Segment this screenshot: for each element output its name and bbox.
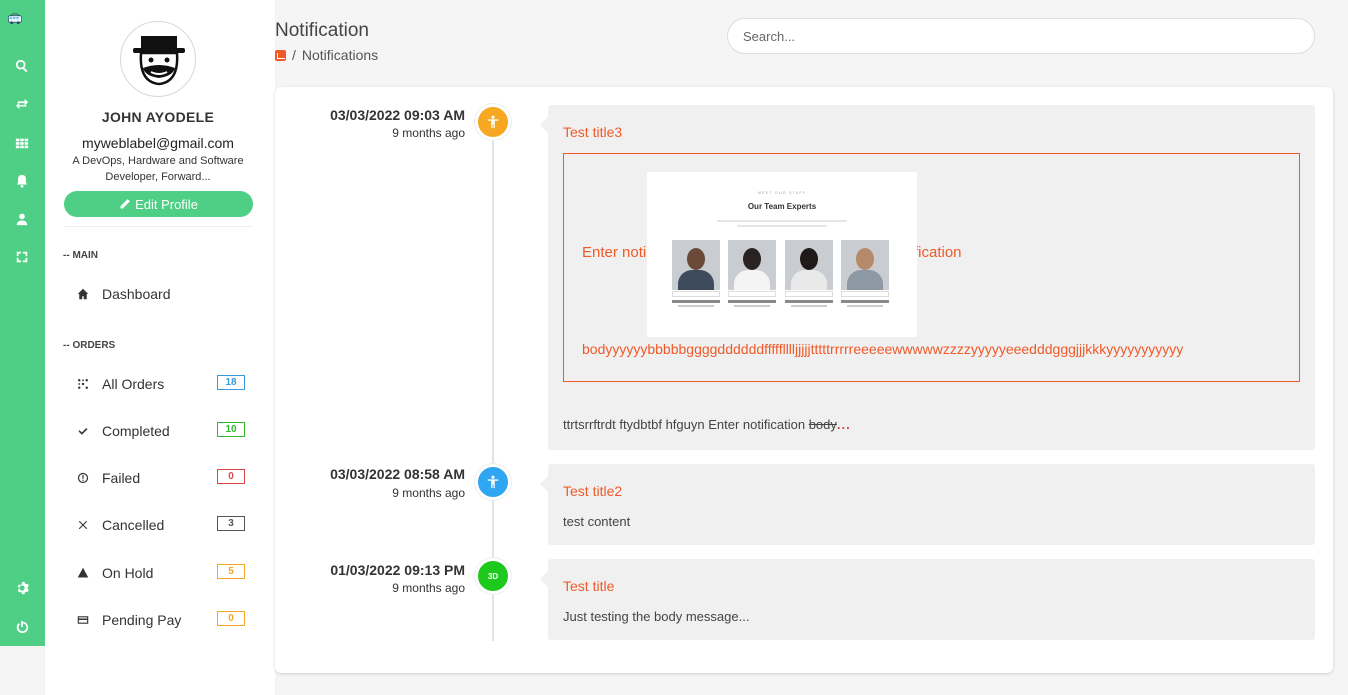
bell-icon[interactable]	[12, 171, 32, 191]
notification-body-text: ttrtsrrftrdt ftydbtbf hfguyn Enter notif…	[563, 417, 806, 432]
team-member	[785, 240, 833, 307]
profile-sidebar: JOHN AYODELE myweblabel@gmail.com A DevO…	[45, 0, 275, 695]
order-count-badge: 18	[217, 375, 245, 390]
sidebar-item-failed[interactable]: Failed 0	[75, 466, 245, 490]
sidebar-item-label: All Orders	[102, 376, 165, 392]
section-label-orders: -- ORDERS	[63, 340, 116, 351]
notification-title[interactable]: Test title2	[563, 483, 622, 499]
breadcrumb-separator: /	[292, 47, 296, 63]
search-icon[interactable]	[12, 56, 32, 76]
preview-text-right: fication	[914, 244, 962, 261]
sidebar-item-label: On Hold	[102, 565, 154, 581]
sidebar-item-on-hold[interactable]: On Hold 5	[75, 561, 245, 585]
sidebar-item-pending-pay[interactable]: Pending Pay 0	[75, 608, 245, 632]
notification-item[interactable]: Test title Just testing the body message…	[540, 559, 1315, 640]
notification-date: 03/03/2022 09:03 AM	[330, 107, 465, 123]
notification-timeline-card: 03/03/2022 09:03 AM 9 months ago Test ti…	[275, 87, 1333, 673]
icon-rail	[0, 0, 45, 646]
notification-body: Just testing the body message...	[563, 609, 750, 624]
notification-item[interactable]: Test title2 test content	[540, 464, 1315, 545]
breadcrumb: / Notifications	[275, 47, 378, 63]
notification-ago: 9 months ago	[392, 581, 465, 595]
image-text-line	[737, 225, 827, 227]
image-kicker: MEET OUR STAFF	[757, 190, 807, 195]
dots-grid-icon	[75, 376, 91, 392]
notification-item[interactable]: Test title3 Enter noti fication MEET OUR…	[540, 105, 1315, 450]
page-title: Notification	[275, 20, 369, 41]
notification-ago: 9 months ago	[392, 486, 465, 500]
search-input[interactable]	[727, 18, 1315, 54]
read-more-ellipsis[interactable]: ...	[837, 417, 851, 432]
order-count-badge: 0	[217, 611, 245, 626]
team-experts-image: MEET OUR STAFF Our Team Experts	[647, 172, 917, 337]
swap-icon[interactable]	[12, 94, 32, 114]
sidebar-item-label: Cancelled	[102, 517, 165, 533]
chart-icon[interactable]	[275, 49, 286, 61]
preview-text-line: bodyyyyyybbbbbggggddddddffffflllljjjjjtt…	[582, 341, 1184, 357]
breadcrumb-current: Notifications	[301, 47, 379, 63]
sidebar-item-label: Failed	[102, 470, 141, 486]
sidebar-item-label: Dashboard	[102, 286, 171, 302]
order-count-badge: 0	[217, 469, 245, 484]
sidebar-item-label: Completed	[102, 423, 170, 439]
image-text-line	[717, 220, 847, 222]
order-count-badge: 3	[217, 516, 245, 531]
team-member	[672, 240, 720, 307]
image-heading: Our Team Experts	[747, 202, 817, 211]
team-member	[841, 240, 889, 307]
pencil-icon	[120, 199, 130, 209]
notification-title[interactable]: Test title	[563, 578, 614, 594]
sidebar-item-cancelled[interactable]: Cancelled 3	[75, 513, 245, 537]
notification-body-strike: body	[808, 417, 837, 432]
notification-date: 03/03/2022 08:58 AM	[330, 466, 465, 482]
check-icon	[75, 423, 91, 439]
close-icon	[75, 517, 91, 533]
user-name: JOHN AYODELE	[101, 109, 215, 125]
notification-preview: Enter noti fication MEET OUR STAFF Our T…	[563, 153, 1300, 382]
user-email: myweblabel@gmail.com	[82, 135, 234, 151]
fullscreen-icon[interactable]	[12, 247, 32, 267]
notification-body: ttrtsrrftrdt ftydbtbf hfguyn Enter notif…	[563, 417, 851, 432]
sidebar-item-dashboard[interactable]: Dashboard	[75, 282, 245, 306]
user-bio: A DevOps, Hardware and Software Develope…	[72, 155, 244, 183]
power-icon[interactable]	[12, 617, 32, 637]
order-count-badge: 5	[217, 564, 245, 579]
credit-card-icon	[75, 612, 91, 628]
sidebar-item-all-orders[interactable]: All Orders 18	[75, 372, 245, 396]
logo-icon[interactable]	[8, 12, 38, 38]
preview-text-left: Enter noti	[582, 244, 647, 261]
home-icon	[75, 286, 91, 302]
notification-ago: 9 months ago	[392, 126, 465, 140]
sidebar-divider	[64, 226, 253, 227]
notification-title[interactable]: Test title3	[563, 124, 622, 140]
grid-icon[interactable]	[12, 133, 32, 153]
notification-body: test content	[563, 514, 631, 529]
rotate-3d-label: 3D	[487, 571, 499, 581]
section-label-main: -- MAIN	[63, 250, 98, 261]
edit-profile-label: Edit Profile	[135, 196, 198, 212]
team-member	[728, 240, 776, 307]
alert-circle-icon	[75, 470, 91, 486]
sidebar-item-label: Pending Pay	[102, 612, 182, 628]
warning-icon	[75, 565, 91, 581]
edit-profile-button[interactable]: Edit Profile	[64, 191, 253, 217]
accessibility-icon	[475, 464, 511, 500]
gear-icon[interactable]	[12, 578, 32, 598]
avatar[interactable]	[120, 21, 196, 97]
order-count-badge: 10	[217, 422, 245, 437]
rotate-3d-icon: 3D	[475, 558, 511, 594]
accessibility-icon	[475, 104, 511, 140]
notification-date: 01/03/2022 09:13 PM	[330, 562, 465, 578]
sidebar-item-completed[interactable]: Completed 10	[75, 419, 245, 443]
user-icon[interactable]	[12, 209, 32, 229]
